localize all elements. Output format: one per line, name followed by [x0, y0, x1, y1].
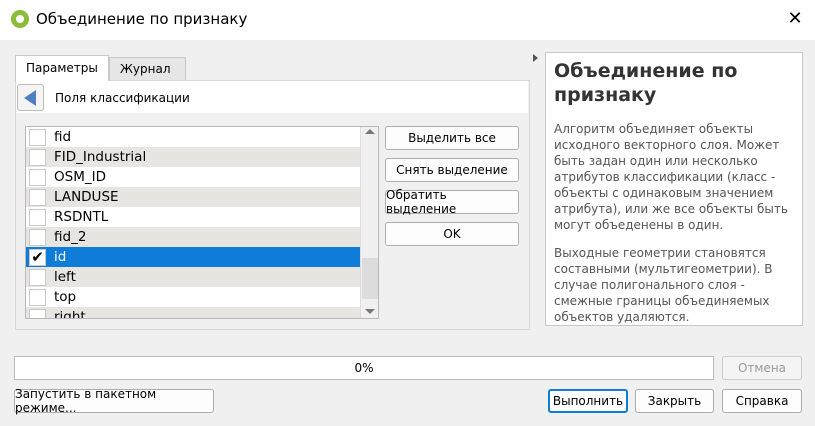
help-button[interactable]: Справка	[722, 389, 802, 413]
field-name: FID_Industrial	[54, 149, 147, 165]
panel-title: Поля классификации	[55, 91, 190, 105]
back-arrow-icon[interactable]	[17, 84, 44, 111]
checkbox[interactable]	[29, 228, 46, 246]
field-list-item[interactable]: right	[26, 307, 378, 319]
checkbox[interactable]	[29, 148, 46, 166]
help-panel: Объединение по признаку Алгоритм объедин…	[545, 52, 803, 326]
field-name: top	[54, 289, 77, 305]
deselect-button[interactable]: Снять выделение	[385, 158, 519, 182]
field-name: left	[54, 269, 76, 285]
invert-selection-button[interactable]: Обратить выделение	[385, 188, 519, 216]
checkbox[interactable]	[29, 188, 46, 206]
scrollbar[interactable]	[360, 127, 378, 318]
field-list-item[interactable]: RSDNTL	[26, 207, 378, 227]
field-name: OSM_ID	[54, 169, 106, 185]
checkbox[interactable]	[29, 128, 46, 146]
field-name: fid_2	[54, 229, 87, 245]
checkbox[interactable]	[29, 288, 46, 306]
field-list-item[interactable]: ✔ id	[26, 247, 378, 267]
field-name: LANDUSE	[54, 189, 119, 205]
checkbox[interactable]	[29, 308, 46, 318]
cancel-button[interactable]: Отмена	[722, 356, 802, 380]
ok-button[interactable]: OK	[385, 222, 519, 246]
checkbox-checked[interactable]: ✔	[29, 248, 46, 266]
help-title: Объединение по признаку	[554, 60, 738, 106]
qgis-logo-icon	[11, 10, 29, 28]
close-button[interactable]: Закрыть	[635, 389, 714, 413]
run-button[interactable]: Выполнить	[548, 389, 628, 413]
progress-bar: 0%	[14, 356, 714, 380]
field-list-item[interactable]: OSM_ID	[26, 167, 378, 187]
close-icon[interactable]: ✕	[784, 8, 806, 29]
field-name: id	[54, 249, 67, 265]
field-list-item[interactable]: FID_Industrial	[26, 147, 378, 167]
field-name: RSDNTL	[54, 209, 109, 225]
field-name: fid	[54, 129, 72, 145]
field-list-item[interactable]: left	[26, 267, 378, 287]
scrollbar-thumb[interactable]	[362, 258, 378, 299]
collapse-help-icon[interactable]	[533, 54, 538, 62]
tab-parameters[interactable]: Параметры	[15, 55, 109, 81]
checkbox[interactable]	[29, 208, 46, 226]
field-list-item[interactable]: top	[26, 287, 378, 307]
scroll-up-icon[interactable]	[365, 129, 375, 134]
window-title: Объединение по признаку	[36, 10, 248, 28]
checkbox[interactable]	[29, 268, 46, 286]
tab-log[interactable]: Журнал	[109, 57, 186, 80]
field-list-item[interactable]: fid_2	[26, 227, 378, 247]
help-paragraph: Алгоритм объединяет объекты исходного ве…	[554, 122, 788, 232]
help-paragraph: Выходные геометрии становятся составными…	[554, 246, 773, 324]
field-name: right	[54, 309, 86, 319]
field-list[interactable]: fid FID_Industrial OSM_ID LANDUSE RSDNTL fid_…	[25, 126, 379, 319]
batch-mode-button[interactable]: Запустить в пакетном режиме...	[14, 387, 214, 415]
checkbox[interactable]	[29, 168, 46, 186]
scroll-down-icon[interactable]	[365, 309, 375, 314]
field-list-item[interactable]: LANDUSE	[26, 187, 378, 207]
select-all-button[interactable]: Выделить все	[385, 126, 519, 150]
field-list-item[interactable]: fid	[26, 127, 378, 147]
